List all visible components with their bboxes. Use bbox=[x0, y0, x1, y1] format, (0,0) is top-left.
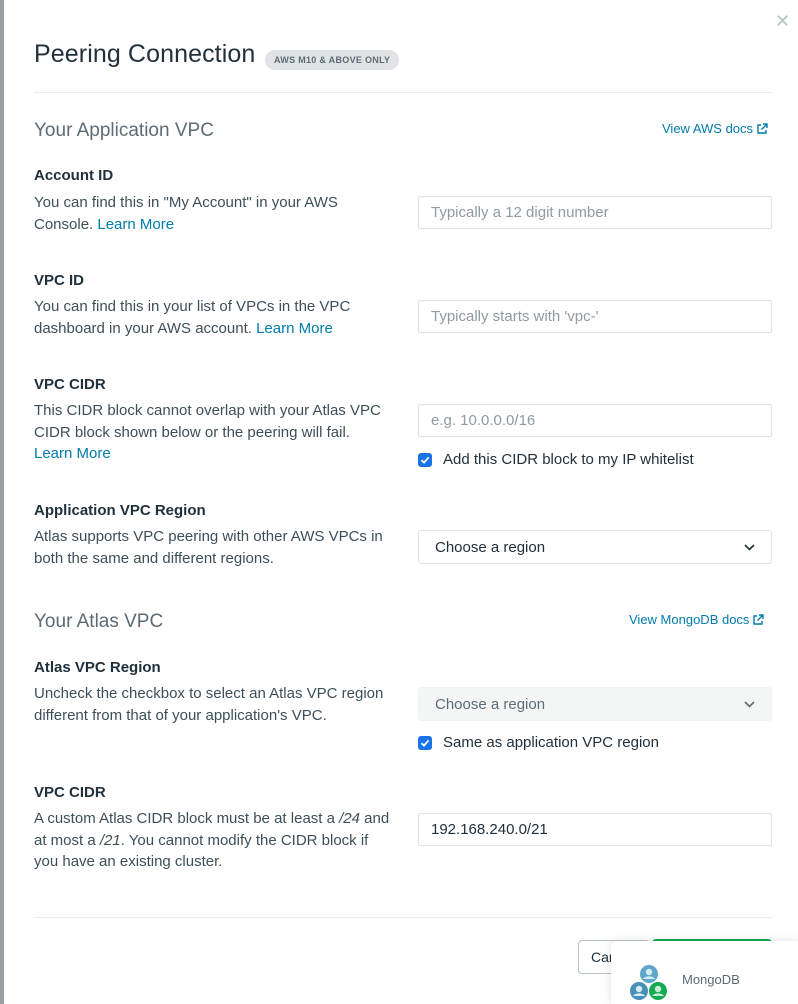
vpc-id-learn-more-link[interactable]: Learn More bbox=[256, 320, 333, 337]
account-id-label: Account ID bbox=[34, 167, 114, 184]
whitelist-checkbox-row[interactable]: Add this CIDR block to my IP whitelist bbox=[418, 451, 694, 468]
atlas-vpc-region-select: Choose a region bbox=[418, 687, 772, 721]
app-vpc-cidr-input[interactable] bbox=[418, 404, 772, 437]
account-id-learn-more-link[interactable]: Learn More bbox=[97, 216, 174, 233]
external-link-icon bbox=[753, 613, 765, 625]
vpc-id-label: VPC ID bbox=[34, 272, 85, 289]
atlas-vpc-cidr-input[interactable] bbox=[418, 813, 772, 846]
whitelist-checkbox[interactable] bbox=[418, 452, 432, 467]
app-vpc-region-selected: Choose a region bbox=[435, 538, 546, 556]
atlas-vpc-cidr-description: A custom Atlas CIDR block must be at lea… bbox=[34, 810, 390, 870]
vpc-id-input[interactable] bbox=[418, 300, 772, 333]
checkmark-icon bbox=[420, 739, 430, 747]
app-vpc-cidr-description: This CIDR block cannot overlap with your… bbox=[34, 402, 381, 462]
view-aws-docs-label: View AWS docs bbox=[662, 121, 754, 136]
app-vpc-cidr-label: VPC CIDR bbox=[34, 376, 106, 393]
modal-title: Peering Connection bbox=[34, 40, 256, 68]
app-vpc-cidr-learn-more-link[interactable]: Learn More bbox=[34, 445, 111, 462]
footer-divider bbox=[34, 917, 772, 918]
page-edge bbox=[0, 0, 4, 1004]
external-link-icon bbox=[757, 122, 768, 134]
mongodb-avatar-icon bbox=[630, 965, 667, 1000]
mongodb-popup-name: MongoDB bbox=[682, 972, 740, 987]
same-region-checkbox-row[interactable]: Same as application VPC region bbox=[418, 734, 659, 751]
view-mongodb-docs-label: View MongoDB docs bbox=[629, 612, 750, 627]
close-icon[interactable]: ✕ bbox=[775, 12, 790, 30]
vpc-id-description: You can find this in your list of VPCs i… bbox=[34, 298, 351, 337]
chevron-down-icon bbox=[744, 697, 755, 711]
atlas-vpc-cidr-label: VPC CIDR bbox=[34, 784, 106, 801]
checkmark-icon bbox=[420, 456, 430, 464]
section-title-atlas-vpc: Your Atlas VPC bbox=[34, 611, 164, 632]
chevron-down-icon bbox=[744, 540, 755, 554]
account-id-description: You can find this in "My Account" in you… bbox=[34, 194, 338, 233]
whitelist-checkbox-label: Add this CIDR block to my IP whitelist bbox=[443, 451, 694, 468]
atlas-vpc-region-description: Uncheck the checkbox to select an Atlas … bbox=[34, 685, 384, 724]
app-vpc-region-description: Atlas supports VPC peering with other AW… bbox=[34, 528, 383, 567]
view-mongodb-docs-link[interactable]: View MongoDB docs bbox=[629, 612, 765, 627]
view-aws-docs-link[interactable]: View AWS docs bbox=[662, 121, 768, 136]
app-vpc-region-select[interactable]: Choose a region bbox=[418, 530, 772, 564]
account-id-input[interactable] bbox=[418, 196, 772, 229]
same-region-checkbox-label: Same as application VPC region bbox=[443, 734, 659, 751]
app-vpc-region-label: Application VPC Region bbox=[34, 502, 206, 519]
same-region-checkbox[interactable] bbox=[418, 735, 432, 750]
tier-badge: AWS M10 & ABOVE ONLY bbox=[265, 50, 400, 70]
atlas-vpc-region-selected: Choose a region bbox=[435, 695, 546, 713]
atlas-vpc-region-label: Atlas VPC Region bbox=[34, 659, 161, 676]
section-title-application-vpc: Your Application VPC bbox=[34, 120, 214, 141]
header-divider bbox=[34, 92, 772, 93]
